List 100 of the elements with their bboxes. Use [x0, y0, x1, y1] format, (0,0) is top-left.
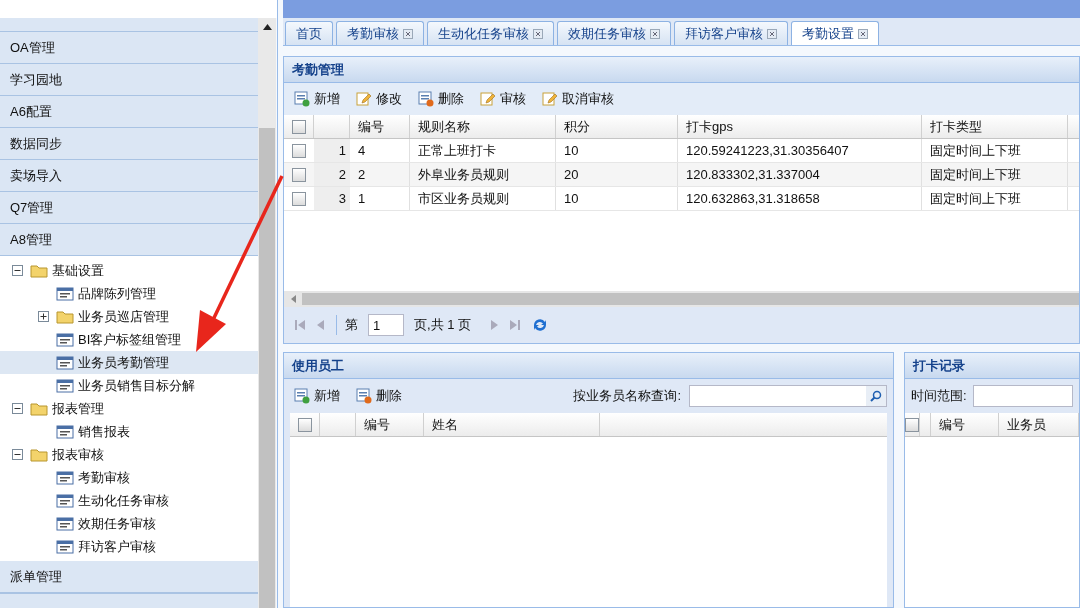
column-header[interactable]: 姓名: [424, 413, 600, 436]
list-icon: [56, 332, 74, 347]
close-icon[interactable]: [533, 28, 543, 39]
column-header[interactable]: 积分: [556, 115, 678, 138]
folder-icon: [56, 309, 74, 324]
tab[interactable]: 考勤设置: [791, 21, 879, 45]
tree-item[interactable]: 业务员考勤管理: [0, 351, 258, 374]
expand-icon[interactable]: [38, 311, 49, 322]
tree-item[interactable]: 基础设置: [0, 259, 258, 282]
pencil-icon: [356, 91, 372, 107]
page-input[interactable]: 1: [368, 314, 404, 336]
table-cell: 10: [556, 187, 678, 210]
tab[interactable]: 拜访客户审核: [674, 21, 788, 45]
accordion-header[interactable]: A6配置: [0, 96, 258, 128]
accordion-header[interactable]: A8管理: [0, 224, 258, 256]
close-icon[interactable]: [650, 28, 660, 39]
accordion-header[interactable]: OA管理: [0, 32, 258, 64]
table-cell: 20: [556, 163, 678, 186]
search-icon[interactable]: [870, 390, 882, 402]
column-header[interactable]: 编号: [350, 115, 410, 138]
page-count: 页,共 1 页: [414, 316, 472, 335]
accordion-header[interactable]: 派单管理: [0, 561, 258, 593]
list-icon: [56, 424, 74, 439]
tree-item[interactable]: 考勤审核: [0, 466, 258, 489]
close-icon[interactable]: [403, 28, 413, 39]
column-header[interactable]: 编号: [931, 413, 999, 436]
accordion-header[interactable]: Q7管理: [0, 192, 258, 224]
column-header[interactable]: 业务员: [999, 413, 1079, 436]
list-icon: [56, 378, 74, 393]
tree-item[interactable]: 业务员销售目标分解: [0, 374, 258, 397]
table-cell: 固定时间上下班: [922, 187, 1068, 210]
list-icon: [56, 493, 74, 508]
table-cell: 120.59241223,31.30356407: [678, 139, 922, 162]
previous-page-icon[interactable]: [316, 319, 326, 331]
checkbox[interactable]: [297, 417, 312, 432]
search-field[interactable]: [689, 385, 887, 407]
row-number: 3: [314, 187, 350, 210]
tab[interactable]: 效期任务审核: [557, 21, 671, 45]
tree-item[interactable]: 报表审核: [0, 443, 258, 466]
list-icon: [56, 516, 74, 531]
toolbar-button[interactable]: 删除: [352, 385, 406, 407]
tree-item[interactable]: 销售报表: [0, 420, 258, 443]
left-arrow-icon[interactable]: [290, 294, 296, 303]
column-header[interactable]: 打卡gps: [678, 115, 922, 138]
tab[interactable]: 首页: [285, 21, 333, 45]
table-cell: 正常上班打卡: [410, 139, 556, 162]
column-header[interactable]: 编号: [356, 413, 424, 436]
checkbox[interactable]: [292, 191, 306, 206]
horizontal-scrollbar[interactable]: [284, 291, 1079, 307]
close-icon[interactable]: [858, 28, 868, 39]
checkbox[interactable]: [292, 167, 306, 182]
panel-title: 打卡记录: [905, 353, 1079, 379]
first-page-icon[interactable]: [294, 319, 306, 331]
collapse-icon[interactable]: [12, 403, 23, 414]
close-icon[interactable]: [767, 28, 777, 39]
panel-title: 使用员工: [284, 353, 893, 379]
next-page-icon[interactable]: [489, 319, 500, 331]
scrollbar[interactable]: [258, 18, 276, 608]
folder-icon: [30, 447, 48, 462]
accordion-header[interactable]: 数据同步: [0, 128, 258, 160]
accordion-header[interactable]: 学习园地: [0, 64, 258, 96]
collapse-icon[interactable]: [12, 449, 23, 460]
toolbar-button[interactable]: 取消审核: [538, 88, 618, 110]
list-icon: [56, 539, 74, 554]
tree-item[interactable]: 拜访客户审核: [0, 535, 258, 558]
date-range-field[interactable]: [972, 385, 1073, 407]
table-cell: 10: [556, 139, 678, 162]
delete-icon: [356, 388, 372, 404]
folder-icon: [30, 401, 48, 416]
tree-item[interactable]: 报表管理: [0, 397, 258, 420]
tab[interactable]: 生动化任务审核: [427, 21, 554, 45]
folder-icon: [30, 263, 48, 278]
table-cell: 固定时间上下班: [922, 163, 1068, 186]
tree-item[interactable]: 生动化任务审核: [0, 489, 258, 512]
tab[interactable]: 考勤审核: [336, 21, 424, 45]
checkbox[interactable]: [291, 119, 306, 134]
toolbar-button[interactable]: 新增: [290, 88, 344, 110]
column-header[interactable]: 规则名称: [410, 115, 556, 138]
add-icon: [294, 388, 310, 404]
toolbar-button[interactable]: 审核: [476, 88, 530, 110]
tree-item[interactable]: BI客户标签组管理: [0, 328, 258, 351]
list-icon: [56, 470, 74, 485]
toolbar-button[interactable]: 新增: [290, 385, 344, 407]
toolbar-button[interactable]: 修改: [352, 88, 406, 110]
range-label: 时间范围:: [911, 387, 967, 406]
up-arrow-icon[interactable]: [262, 24, 272, 30]
tree-item[interactable]: 业务员巡店管理: [0, 305, 258, 328]
column-header[interactable]: 打卡类型: [922, 115, 1068, 138]
checkbox[interactable]: [905, 417, 919, 432]
collapse-icon[interactable]: [12, 265, 23, 276]
tree-item[interactable]: 品牌陈列管理: [0, 282, 258, 305]
toolbar-button[interactable]: 删除: [414, 88, 468, 110]
table-cell: 120.833302,31.337004: [678, 163, 922, 186]
row-number: 2: [314, 163, 350, 186]
accordion-header[interactable]: 卖场导入: [0, 160, 258, 192]
tree-item[interactable]: 效期任务审核: [0, 512, 258, 535]
table-cell: 市区业务员规则: [410, 187, 556, 210]
list-icon: [56, 355, 74, 370]
last-page-icon[interactable]: [509, 319, 522, 331]
checkbox[interactable]: [292, 143, 306, 158]
